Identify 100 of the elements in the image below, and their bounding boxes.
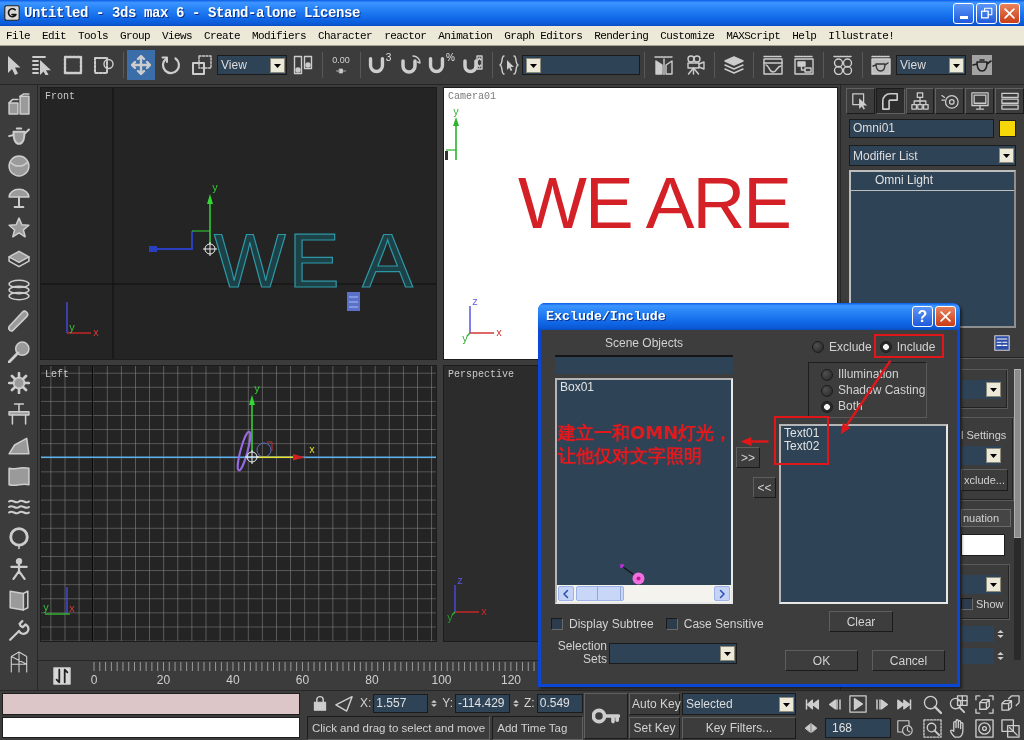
menu-item[interactable]: Views (156, 26, 199, 45)
spinner-snap-button[interactable]: 0.00 (326, 50, 356, 80)
restore-button[interactable] (976, 2, 997, 24)
coordinate-field[interactable]: 0.549 (536, 693, 583, 713)
menu-item[interactable]: Illustrate! (822, 26, 901, 45)
radio-button[interactable] (821, 384, 833, 397)
configure-modifier-sets-button[interactable] (993, 333, 1011, 352)
menu-item[interactable]: Edit (36, 26, 73, 45)
menu-item[interactable]: Tools (72, 26, 115, 45)
menu-item[interactable]: File (0, 26, 36, 45)
menu-item[interactable]: Character (312, 26, 379, 45)
radio-button[interactable] (812, 341, 824, 353)
track-view-toggle-button[interactable] (52, 665, 72, 686)
rollout-header[interactable]: nuation (961, 509, 1011, 527)
menu-item[interactable]: Help (786, 26, 823, 45)
arc-rotate-button[interactable] (972, 717, 997, 740)
set-key-toggle-button[interactable] (584, 693, 628, 739)
zoom-extents-button[interactable] (972, 693, 997, 716)
modifier-list-dropdown[interactable]: Modifier List (849, 145, 1016, 166)
checkbox-option[interactable]: Case Sensitive (665, 617, 764, 631)
script-input-field[interactable] (2, 693, 300, 715)
panel-scrollbar[interactable] (1013, 369, 1021, 660)
checkbox-option[interactable]: Display Subtree (551, 617, 654, 631)
checkbox-option[interactable]: Show (961, 598, 1004, 610)
scroll-right-button[interactable] (714, 586, 730, 601)
cancel-button[interactable]: Cancel (872, 650, 945, 671)
scrollbar-thumb[interactable] (1013, 369, 1021, 538)
radio-button[interactable] (821, 400, 833, 413)
spinner-field[interactable] (961, 648, 994, 664)
stack-item[interactable]: Omni Light (851, 172, 1014, 191)
menu-item[interactable]: Animation (432, 26, 499, 45)
view-dropdown[interactable]: View (896, 55, 966, 75)
horizontal-scrollbar[interactable] (557, 585, 731, 602)
minimize-button[interactable] (953, 2, 974, 24)
add-button[interactable]: >> (736, 447, 760, 468)
clear-button[interactable]: Clear (829, 611, 893, 632)
help-button[interactable]: ? (912, 306, 933, 327)
viewport-label[interactable]: Perspective (448, 369, 514, 381)
object-name-field[interactable]: Omni01 (849, 119, 994, 138)
menu-item[interactable]: Customize (654, 26, 721, 45)
close-button[interactable] (999, 2, 1020, 24)
display-tab[interactable] (965, 88, 995, 114)
motion-tab[interactable] (935, 88, 965, 114)
list-item[interactable]: Text02 (782, 440, 822, 453)
add-time-tag-button[interactable]: Add Time Tag (492, 716, 583, 740)
percent-snap-button[interactable]: % (426, 50, 457, 80)
play-button[interactable] (847, 693, 869, 715)
menu-item[interactable]: MAXScript (720, 26, 787, 45)
included-object-list[interactable]: Text01 Text02 (779, 424, 948, 604)
coordinate-field[interactable]: 1.557 (373, 693, 429, 713)
checkbox[interactable] (551, 618, 563, 630)
list-item[interactable]: Text01 (782, 427, 822, 440)
radio-button[interactable] (821, 368, 833, 381)
list-item[interactable]: Box01 (558, 381, 597, 394)
selection-set-dropdown[interactable] (522, 55, 640, 75)
color-swatch-icon[interactable] (961, 534, 1005, 556)
ok-button[interactable]: OK (785, 650, 858, 671)
radio-option[interactable]: Exclude (812, 339, 872, 355)
close-button[interactable] (935, 306, 956, 327)
scrollbar-thumb[interactable] (576, 586, 624, 601)
maximize-button[interactable] (998, 717, 1023, 740)
set-key-button[interactable]: Set Key (629, 717, 680, 739)
transform-mode-button[interactable] (332, 693, 356, 713)
hierarchy-tab[interactable] (905, 88, 935, 114)
menu-item[interactable]: reactor (378, 26, 433, 45)
radio-button[interactable] (879, 341, 892, 353)
checkbox[interactable] (665, 618, 678, 630)
snap-toggle-button[interactable]: 3 (364, 50, 395, 80)
dropdown[interactable] (961, 446, 1002, 465)
coordinate-field[interactable]: -114.429 (455, 693, 511, 713)
current-frame-field[interactable]: 168 (825, 718, 891, 738)
scene-object-list[interactable]: Box01 建立一和OMN灯光， 让他仅对文字照明 (555, 378, 733, 604)
remove-button[interactable]: << (753, 477, 776, 498)
scroll-left-button[interactable] (558, 586, 574, 601)
dropdown[interactable] (961, 575, 1002, 594)
name-filter-field[interactable] (555, 355, 733, 374)
region-zoom-button[interactable] (920, 717, 945, 740)
key-filters-button[interactable]: Key Filters... (682, 717, 796, 739)
menu-item[interactable]: Group (114, 26, 157, 45)
script-output-field[interactable] (2, 716, 300, 738)
time-configuration-button[interactable] (895, 717, 915, 739)
selection-sets-dropdown[interactable] (609, 642, 737, 664)
exclude-button[interactable]: xclude... (961, 469, 1008, 491)
color-swatch-icon[interactable] (999, 120, 1016, 137)
dropdown[interactable] (961, 380, 1002, 399)
radio-option[interactable]: Include (879, 339, 936, 355)
spinner-field[interactable] (961, 626, 994, 642)
menu-item[interactable]: Rendering (588, 26, 655, 45)
utilities-tab[interactable] (995, 88, 1024, 114)
create-tab[interactable] (846, 88, 875, 114)
move-button[interactable] (127, 50, 155, 80)
auto-key-button[interactable]: Auto Key (629, 693, 680, 715)
menu-item[interactable]: Create (198, 26, 247, 45)
menu-item[interactable]: Modifiers (246, 26, 313, 45)
viewport-label[interactable]: Left (45, 369, 69, 381)
view-dropdown[interactable]: View (217, 55, 287, 75)
key-selection-dropdown[interactable]: Selected (682, 693, 796, 715)
viewport-label[interactable]: Camera01 (448, 91, 496, 103)
viewport-label[interactable]: Front (45, 91, 75, 103)
menu-item[interactable]: Graph Editors (498, 26, 589, 45)
